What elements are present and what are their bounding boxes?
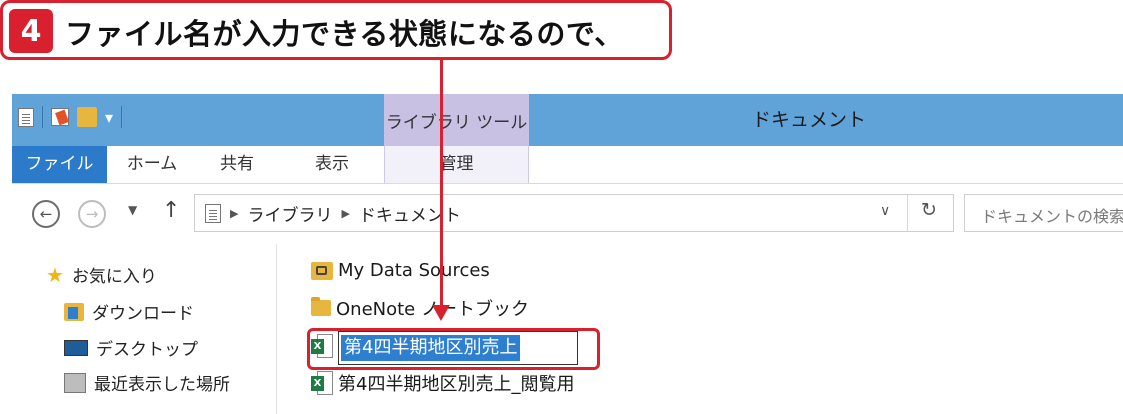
- address-dropdown-icon[interactable]: ∨: [880, 203, 890, 219]
- step-callout: 4 ファイル名が入力できる状態になるので、: [0, 0, 672, 60]
- recent-places-icon: [64, 372, 86, 393]
- nav-item-label: 最近表示した場所: [94, 375, 230, 395]
- breadcrumb-documents[interactable]: ドキュメント: [359, 201, 461, 226]
- forward-arrow-icon[interactable]: →: [78, 200, 106, 228]
- step-instruction: ファイル名が入力できる状態になるので、: [65, 17, 624, 51]
- address-row: ← → ▼ ↑ ▶ ライブラリ ▶ ドキュメント ∨ ↻ ドキュメントの検索: [12, 184, 1123, 244]
- library-tools-tab: ライブラリ ツール: [384, 94, 529, 146]
- downloads-folder-icon: [64, 302, 84, 321]
- data-sources-folder-icon: [311, 261, 333, 280]
- new-folder-icon[interactable]: [77, 107, 97, 127]
- nav-item-downloads[interactable]: ダウンロード: [64, 299, 194, 324]
- properties-icon[interactable]: [18, 107, 34, 127]
- explorer-window: ▾ ライブラリ ツール ドキュメント ファイル ホーム 共有 表示 管理 ← →…: [12, 94, 1123, 414]
- nav-item-recent-places[interactable]: 最近表示した場所: [64, 370, 230, 395]
- breadcrumb-chevron-icon[interactable]: ▶: [341, 207, 349, 220]
- tab-manage[interactable]: 管理: [384, 146, 529, 183]
- qat-separator: [42, 106, 43, 128]
- tab-file[interactable]: ファイル: [12, 146, 107, 183]
- address-bar[interactable]: ▶ ライブラリ ▶ ドキュメント ∨ ↻: [194, 194, 954, 232]
- nav-item-label: デスクトップ: [96, 340, 198, 360]
- file-name: My Data Sources: [338, 260, 490, 281]
- library-icon: [205, 203, 221, 223]
- nav-item-favorites[interactable]: ★ お気に入り: [46, 262, 157, 288]
- window-title: ドキュメント: [752, 109, 867, 131]
- navigation-pane: ★ お気に入り ダウンロード デスクトップ 最近表示した場所: [12, 244, 277, 414]
- file-item-onenote[interactable]: OneNote ノートブック: [311, 295, 529, 321]
- breadcrumb: ▶ ライブラリ ▶ ドキュメント: [205, 195, 461, 231]
- tab-share[interactable]: 共有: [207, 146, 267, 183]
- quick-access-toolbar: ▾: [18, 106, 123, 128]
- nav-item-label: ダウンロード: [92, 304, 194, 324]
- up-arrow-icon[interactable]: ↑: [162, 198, 180, 223]
- customize-qat-icon[interactable]: ▾: [105, 108, 113, 127]
- excel-file-icon: X: [311, 371, 333, 395]
- title-bar: ▾ ライブラリ ツール ドキュメント: [12, 94, 1123, 146]
- file-item-my-data-sources[interactable]: My Data Sources: [311, 260, 490, 281]
- refresh-icon[interactable]: ↻: [921, 199, 937, 221]
- connector-arrow-line: [440, 58, 443, 308]
- breadcrumb-chevron-icon[interactable]: ▶: [230, 207, 238, 220]
- desktop-icon: [64, 339, 88, 356]
- nav-item-desktop[interactable]: デスクトップ: [64, 335, 198, 360]
- folder-icon: [311, 297, 331, 316]
- ribbon-tabs: ファイル ホーム 共有 表示 管理: [12, 146, 1123, 184]
- rename-highlight-frame: [307, 328, 600, 370]
- edit-properties-icon[interactable]: [51, 108, 69, 126]
- file-item-view-copy[interactable]: X 第4四半期地区別売上_閲覧用: [311, 370, 574, 396]
- back-arrow-icon[interactable]: ←: [32, 200, 60, 228]
- star-icon: ★: [46, 262, 64, 287]
- address-divider: [907, 195, 908, 231]
- file-list: My Data Sources OneNote ノートブック X 第4四半期地区…: [277, 244, 1123, 414]
- file-name: 第4四半期地区別売上_閲覧用: [338, 374, 575, 395]
- tab-home[interactable]: ホーム: [112, 146, 192, 183]
- connector-arrowhead-icon: [432, 305, 450, 321]
- recent-locations-icon[interactable]: ▼: [128, 203, 137, 217]
- tab-view[interactable]: 表示: [297, 146, 367, 183]
- search-input[interactable]: ドキュメントの検索: [964, 194, 1123, 232]
- breadcrumb-libraries[interactable]: ライブラリ: [247, 201, 332, 226]
- qat-separator: [121, 106, 123, 128]
- nav-item-label: お気に入り: [71, 267, 157, 287]
- step-number-badge: 4: [9, 9, 53, 53]
